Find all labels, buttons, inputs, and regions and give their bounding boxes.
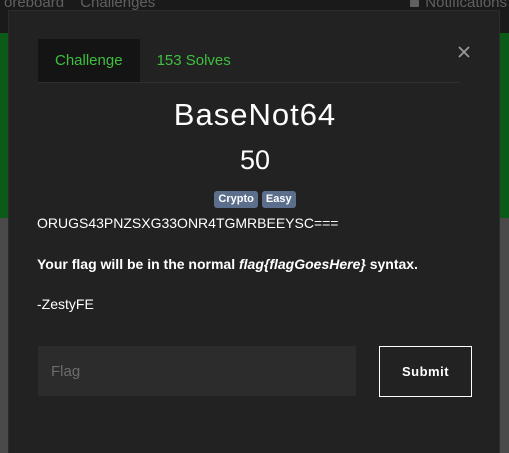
page: oreboard Challenges Notifications Challe…	[0, 0, 509, 453]
challenge-title: BaseNot64	[173, 97, 337, 132]
tag-badge-difficulty: Easy	[261, 191, 296, 208]
flag-input[interactable]	[38, 346, 356, 396]
tab-challenge[interactable]: Challenge	[38, 39, 140, 82]
encoded-ciphertext: ORUGS43PNZSXG33ONR4TGMRBEEYSC===	[37, 215, 339, 231]
modal-tabs: Challenge 153 Solves	[38, 39, 460, 83]
tag-badge-category: Crypto	[214, 191, 258, 208]
flag-format-example: flag{flagGoesHere}	[238, 256, 366, 272]
flag-format-note: Your flag will be in the normal flag{fla…	[37, 254, 477, 274]
bell-icon	[410, 0, 420, 7]
challenge-points: 50	[239, 145, 271, 175]
challenge-modal: Challenge 153 Solves BaseNot64 50 Crypto…	[8, 10, 500, 453]
challenge-tags: Crypto Easy	[9, 191, 501, 208]
tab-solves[interactable]: 153 Solves	[140, 39, 248, 82]
flag-format-suffix: syntax.	[365, 256, 418, 272]
flag-format-prefix: Your flag will be in the normal	[37, 256, 239, 272]
submit-button[interactable]: Submit	[379, 346, 472, 397]
challenge-description: ORUGS43PNZSXG33ONR4TGMRBEEYSC=== Your fl…	[37, 213, 477, 314]
challenge-author: -ZestyFE	[37, 296, 94, 312]
